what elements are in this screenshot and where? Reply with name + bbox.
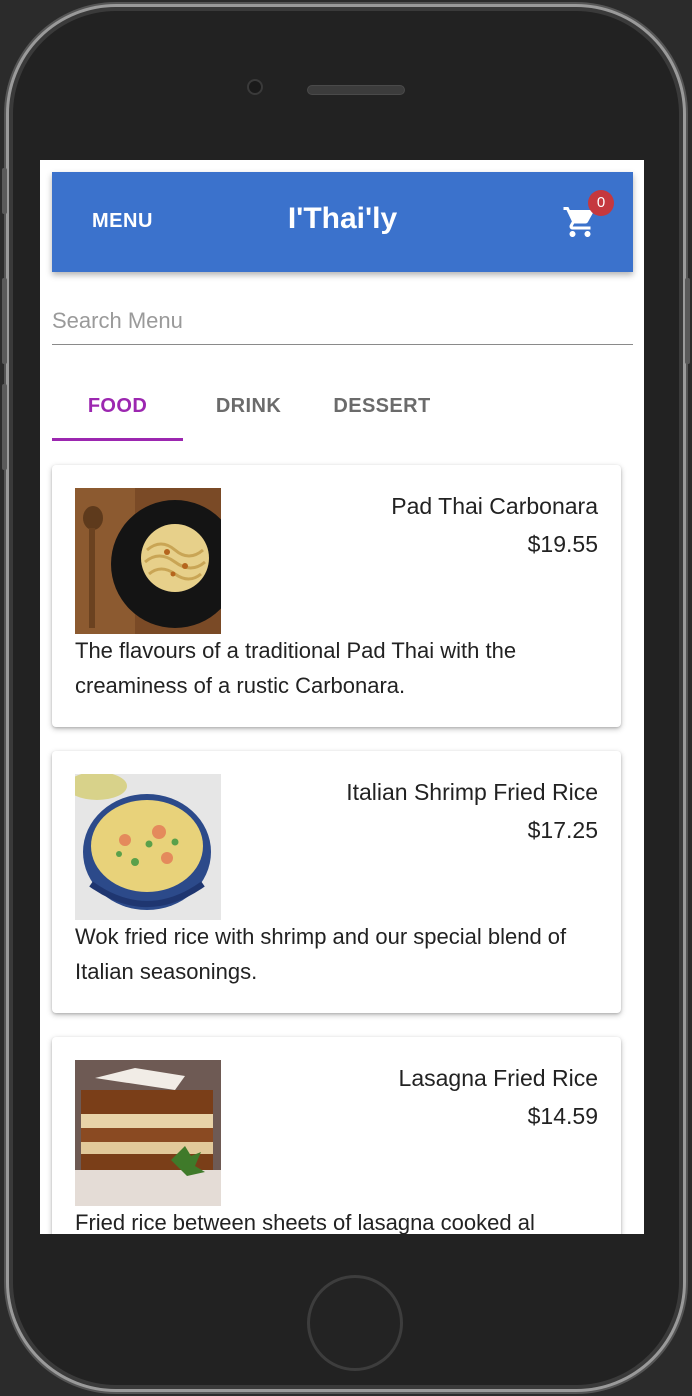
menu-item-name: Lasagna Fried Rice xyxy=(398,1065,598,1091)
menu-item-card[interactable]: Lasagna Fried Rice $14.59 Fried rice bet… xyxy=(52,1037,621,1234)
app-screen: MENU I'Thai'ly 0 FOOD DRINK DESSERT xyxy=(40,160,644,1234)
tab-food[interactable]: FOOD xyxy=(52,370,183,442)
menu-item-description: The flavours of a traditional Pad Thai w… xyxy=(75,638,517,698)
menu-item-image xyxy=(75,774,221,920)
category-tabs: FOOD DRINK DESSERT xyxy=(52,370,633,442)
menu-item-name: Pad Thai Carbonara xyxy=(391,493,598,519)
tab-dessert[interactable]: DESSERT xyxy=(314,370,450,442)
app-bar: MENU I'Thai'ly 0 xyxy=(52,172,633,272)
menu-item-price: $17.25 xyxy=(527,817,598,843)
volume-up-button xyxy=(2,278,7,364)
mute-switch xyxy=(2,168,7,214)
menu-item-description: Fried rice between sheets of lasagna coo… xyxy=(75,1210,535,1234)
tab-drink[interactable]: DRINK xyxy=(183,370,314,442)
menu-item-card[interactable]: Pad Thai Carbonara $19.55 The flavours o… xyxy=(52,465,621,727)
menu-item-description: Wok fried rice with shrimp and our speci… xyxy=(75,924,567,984)
menu-item-price: $19.55 xyxy=(527,531,598,557)
search-input[interactable] xyxy=(52,295,633,343)
menu-item-card[interactable]: Italian Shrimp Fried Rice $17.25 Wok fri… xyxy=(52,751,621,1013)
active-tab-indicator xyxy=(52,438,183,441)
earpiece-speaker xyxy=(307,85,405,95)
volume-down-button xyxy=(2,384,7,470)
menu-item-price: $14.59 xyxy=(527,1103,598,1129)
power-button xyxy=(685,278,690,364)
front-camera xyxy=(247,79,263,95)
app-title: I'Thai'ly xyxy=(287,202,398,235)
menu-item-name: Italian Shrimp Fried Rice xyxy=(346,779,598,805)
menu-item-image xyxy=(75,488,221,634)
cart-count-badge: 0 xyxy=(588,190,614,216)
search-field[interactable] xyxy=(52,295,633,345)
home-button[interactable] xyxy=(307,1275,403,1371)
menu-item-image xyxy=(75,1060,221,1206)
